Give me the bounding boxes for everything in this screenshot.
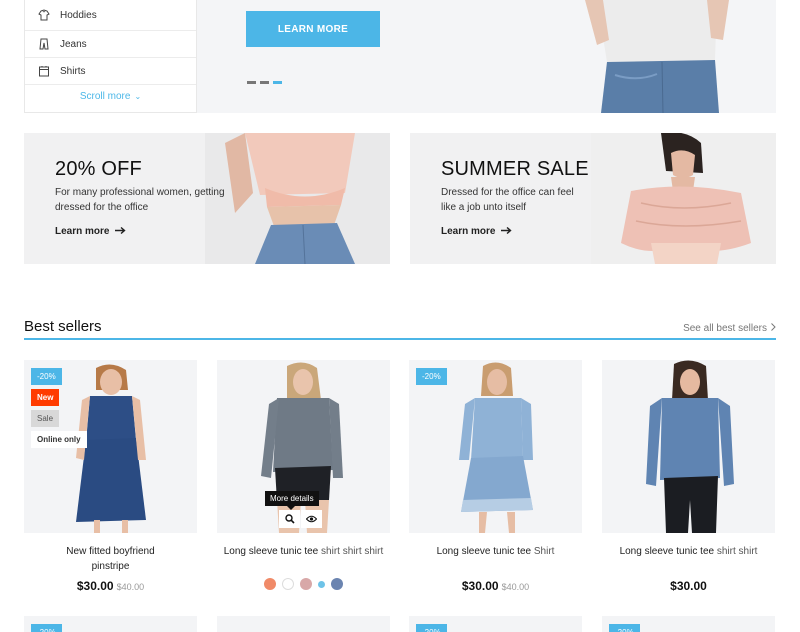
color-swatch[interactable] — [264, 578, 276, 590]
category-item-jeans[interactable]: Jeans — [25, 31, 196, 58]
category-menu: Hoddies Jeans Shirts Scroll more ⌄ — [24, 0, 197, 113]
product-price: $30.00 $40.00 — [409, 579, 582, 593]
product-image[interactable]: -20% — [409, 616, 582, 632]
product-name-text: Long sleeve tunic tee — [223, 546, 319, 557]
slider-dots — [247, 81, 282, 84]
category-item-shirts[interactable]: Shirts — [25, 58, 196, 85]
category-item-hoddies[interactable]: Hoddies — [25, 0, 196, 31]
section-title-best-sellers: Best sellers — [24, 318, 102, 335]
product-name[interactable]: New fitted boyfriend pinstripe — [24, 544, 197, 574]
current-price: $30.00 — [76, 579, 114, 593]
discount-badge: -20% — [416, 368, 447, 385]
product-name-text: Long sleeve tunic tee — [436, 546, 532, 557]
promo-description: For many professional women, getting dre… — [55, 187, 225, 213]
hoodie-icon — [38, 9, 50, 21]
learn-more-button[interactable]: LEARN MORE — [246, 11, 380, 47]
product-photo — [459, 362, 533, 533]
sale-badge: Sale — [31, 410, 60, 427]
color-swatches — [217, 578, 390, 590]
current-price: $30.00 — [670, 579, 707, 593]
scroll-more-link[interactable]: Scroll more ⌄ — [25, 91, 196, 102]
product-price: $30.00 $40.00 — [24, 579, 197, 593]
product-name-variant: Shirt — [533, 546, 555, 557]
slider-dot[interactable] — [260, 81, 269, 84]
slider-dot-active[interactable] — [273, 81, 282, 84]
promo-description: Dressed for the office can feel like a j… — [441, 187, 574, 213]
promo-title: SUMMER SALE — [441, 158, 589, 180]
promo-banner-discount[interactable]: 20% OFF For many professional women, get… — [24, 133, 390, 264]
see-all-best-sellers-link[interactable]: See all best sellers — [683, 323, 776, 334]
new-badge: New — [31, 389, 60, 406]
product-image[interactable] — [217, 616, 390, 632]
category-label: Shirts — [60, 65, 86, 77]
slider-dot[interactable] — [247, 81, 256, 84]
chevron-right-icon — [771, 323, 776, 334]
arrow-right-icon — [501, 226, 513, 237]
promo-banner-summer-sale[interactable]: SUMMER SALE Dressed for the office can f… — [410, 133, 776, 264]
see-all-label: See all best sellers — [683, 323, 767, 334]
color-swatch[interactable] — [318, 580, 325, 588]
jeans-icon — [38, 38, 50, 50]
promo-link-label: Learn more — [55, 226, 110, 237]
promo-learn-more-link[interactable]: Learn more — [55, 226, 127, 237]
product-price: $30.00 — [602, 579, 775, 593]
product-image[interactable]: -20% — [24, 616, 197, 632]
product-name[interactable]: Long sleeve tunic tee shirt shirt — [602, 544, 775, 559]
current-price: $30.00 — [461, 579, 499, 593]
old-price: $40.00 — [116, 582, 145, 592]
product-image[interactable]: -20% New Sale Online only — [24, 360, 197, 533]
chevron-down-icon: ⌄ — [134, 92, 142, 101]
color-swatch[interactable] — [282, 578, 294, 590]
old-price: $40.00 — [501, 582, 530, 592]
category-label: Hoddies — [60, 9, 97, 21]
section-divider — [24, 338, 776, 340]
discount-badge: -20% — [416, 624, 447, 632]
arrow-right-icon — [115, 226, 127, 237]
product-photo — [646, 360, 734, 533]
product-name-text: New fitted boyfriend pinstripe — [66, 546, 155, 572]
product-photo — [261, 362, 343, 533]
scroll-more-label: Scroll more — [79, 91, 131, 102]
product-name-variant: shirt shirt — [716, 546, 758, 557]
quick-actions — [279, 510, 322, 528]
promo-link-label: Learn more — [441, 226, 496, 237]
hero-model-image — [585, 0, 729, 113]
product-image[interactable]: More details — [217, 360, 390, 533]
product-image[interactable]: -20% — [409, 360, 582, 533]
promo-learn-more-link[interactable]: Learn more — [441, 226, 513, 237]
product-image[interactable] — [602, 360, 775, 533]
promo-model-image — [591, 133, 776, 264]
eye-icon[interactable] — [301, 510, 322, 528]
promo-model-image — [205, 133, 390, 264]
hero-banner: LEARN MORE — [197, 0, 776, 113]
product-name-text: Long sleeve tunic tee — [619, 546, 715, 557]
product-name-variant: shirt shirt shirt — [321, 546, 384, 557]
discount-badge: -20% — [609, 624, 640, 632]
color-swatch[interactable] — [300, 578, 312, 590]
product-image[interactable]: -20% — [602, 616, 775, 632]
search-icon[interactable] — [279, 510, 300, 528]
more-details-tooltip: More details — [265, 491, 319, 510]
category-label: Jeans — [60, 38, 87, 50]
discount-badge: -20% — [31, 368, 62, 385]
online-only-badge: Online only — [31, 431, 87, 448]
color-swatch[interactable] — [331, 578, 343, 590]
promo-title: 20% OFF — [55, 158, 142, 180]
product-name[interactable]: Long sleeve tunic tee Shirt — [409, 544, 582, 559]
product-name[interactable]: Long sleeve tunic tee shirt shirt shirt — [217, 544, 390, 559]
shirt-icon — [38, 65, 50, 77]
discount-badge: -20% — [31, 624, 62, 632]
